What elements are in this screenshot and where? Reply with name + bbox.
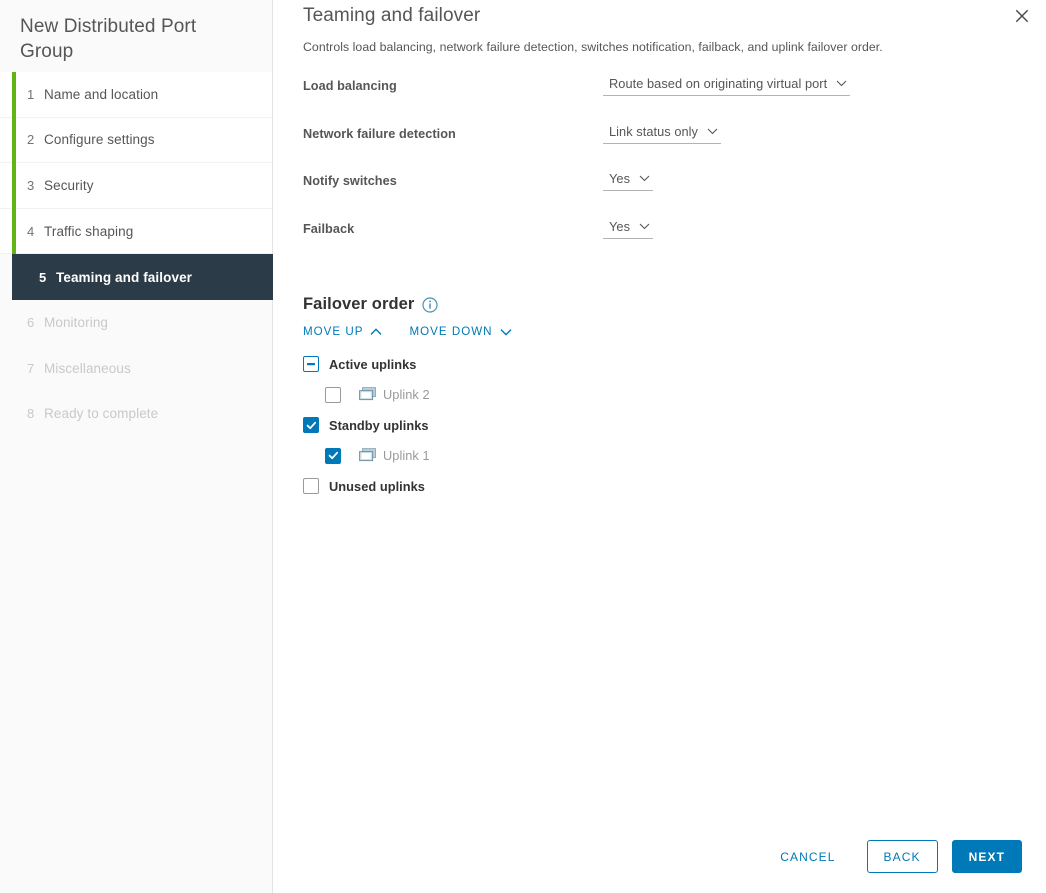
load-balancing-select[interactable]: Route based on originating virtual port <box>603 76 851 96</box>
step-label: Miscellaneous <box>44 360 131 376</box>
close-icon[interactable] <box>1006 0 1038 32</box>
field-label: Network failure detection <box>303 126 456 141</box>
network-adapter-icon <box>359 387 376 402</box>
cancel-button[interactable]: Cancel <box>763 840 852 873</box>
tree-row-unused-uplinks[interactable]: Unused uplinks <box>303 471 1016 502</box>
tree-row-uplink-1[interactable]: Uplink 1 <box>303 441 1016 472</box>
chevron-down-icon <box>707 128 718 135</box>
field-load-balancing: Load balancing Route based on originatin… <box>303 76 1016 124</box>
step-label: Ready to complete <box>44 406 159 422</box>
sidebar-step-monitoring: 6 Monitoring <box>0 299 272 346</box>
step-number: 1 <box>27 86 35 102</box>
field-network-failure-detection: Network failure detection Link status on… <box>303 124 1016 172</box>
sidebar-step-security[interactable]: 3 Security <box>0 163 272 209</box>
select-value: Route based on originating virtual port <box>609 76 828 91</box>
chevron-down-icon <box>639 223 650 230</box>
move-up-label: Move up <box>303 325 364 338</box>
field-label: Failback <box>303 221 355 236</box>
standby-uplinks-checkbox[interactable] <box>303 417 319 434</box>
tree-group-label: Active uplinks <box>329 356 417 372</box>
tree-row-uplink-2[interactable]: Uplink 2 <box>303 380 1016 411</box>
step-label: Traffic shaping <box>44 223 134 239</box>
step-number: 4 <box>27 223 35 239</box>
step-label: Configure settings <box>44 132 155 148</box>
active-uplinks-checkbox[interactable] <box>303 356 319 373</box>
back-button[interactable]: Back <box>866 840 938 873</box>
sidebar-filler <box>0 664 272 893</box>
step-number: 7 <box>27 360 35 376</box>
page-title: Teaming and failover <box>303 5 481 26</box>
field-notify-switches: Notify switches Yes <box>303 171 1016 219</box>
failover-order-section: Failover order Move up <box>303 295 1016 502</box>
network-adapter-icon <box>359 448 376 463</box>
failover-order-header: Failover order <box>303 295 1016 314</box>
move-down-label: Move down <box>409 325 493 338</box>
uplink-label: Uplink 1 <box>383 448 430 464</box>
failover-move-toolbar: Move up Move down <box>303 325 1016 338</box>
step-label: Teaming and failover <box>56 269 193 285</box>
sidebar-step-configure-settings[interactable]: 2 Configure settings <box>0 117 272 164</box>
wizard-dialog: New Distributed Port Group 1 Name and lo… <box>0 0 1046 893</box>
uplink-label: Uplink 2 <box>383 387 430 403</box>
select-value: Yes <box>609 171 631 186</box>
failback-select[interactable]: Yes <box>603 218 654 239</box>
step-number: 5 <box>39 269 47 285</box>
wizard-sidebar: New Distributed Port Group 1 Name and lo… <box>0 0 273 893</box>
field-label: Load balancing <box>303 79 397 93</box>
failover-order-title: Failover order <box>303 295 415 313</box>
unused-uplinks-checkbox[interactable] <box>303 478 319 495</box>
field-label: Notify switches <box>303 174 397 188</box>
step-label: Security <box>44 177 94 193</box>
tree-group-label: Standby uplinks <box>329 417 429 433</box>
sidebar-step-name-and-location[interactable]: 1 Name and location <box>0 72 272 118</box>
uplink-failover-tree: Active uplinks Uplink 2 Standby uplinks … <box>303 349 1016 502</box>
info-icon[interactable] <box>422 296 439 313</box>
tree-group-label: Unused uplinks <box>329 478 425 494</box>
page-body: Load balancing Route based on originatin… <box>273 54 1046 820</box>
wizard-footer: Cancel Back Next <box>273 820 1046 893</box>
step-label: Monitoring <box>44 315 109 331</box>
sidebar-step-ready-to-complete: 8 Ready to complete <box>0 391 272 437</box>
next-button[interactable]: Next <box>951 840 1022 873</box>
progress-rail <box>12 72 16 256</box>
tree-row-standby-uplinks[interactable]: Standby uplinks <box>303 410 1016 441</box>
field-failback: Failback Yes <box>303 219 1016 267</box>
select-value: Yes <box>609 218 631 234</box>
chevron-down-icon <box>836 80 847 87</box>
step-number: 8 <box>27 406 35 422</box>
notify-switches-select[interactable]: Yes <box>603 171 654 191</box>
uplink-2-checkbox[interactable] <box>325 386 341 403</box>
network-failure-detection-select[interactable]: Link status only <box>603 123 722 144</box>
step-number: 6 <box>27 315 35 331</box>
sidebar-step-teaming-and-failover[interactable]: 5 Teaming and failover <box>12 254 273 300</box>
uplink-1-checkbox[interactable] <box>325 447 341 464</box>
page-subtitle: Controls load balancing, network failure… <box>303 40 883 54</box>
wizard-steps-list: 1 Name and location 2 Configure settings… <box>0 72 273 665</box>
step-label: Name and location <box>44 86 159 102</box>
teaming-settings-form: Load balancing Route based on originatin… <box>303 76 1016 266</box>
wizard-title: New Distributed Port Group <box>20 16 197 62</box>
chevron-down-icon <box>639 175 650 182</box>
page-header: Teaming and failover Controls load balan… <box>273 0 1046 54</box>
chevron-up-icon <box>370 327 382 336</box>
step-number: 3 <box>27 177 35 193</box>
chevron-down-icon <box>500 328 512 336</box>
wizard-main-panel: Teaming and failover Controls load balan… <box>273 0 1046 893</box>
step-number: 2 <box>27 132 35 148</box>
move-up-button[interactable]: Move up <box>303 325 382 338</box>
move-down-button[interactable]: Move down <box>409 325 512 338</box>
select-value: Link status only <box>609 123 699 139</box>
sidebar-step-miscellaneous: 7 Miscellaneous <box>0 345 272 392</box>
sidebar-step-traffic-shaping[interactable]: 4 Traffic shaping <box>0 208 272 255</box>
tree-row-active-uplinks[interactable]: Active uplinks <box>303 349 1016 380</box>
